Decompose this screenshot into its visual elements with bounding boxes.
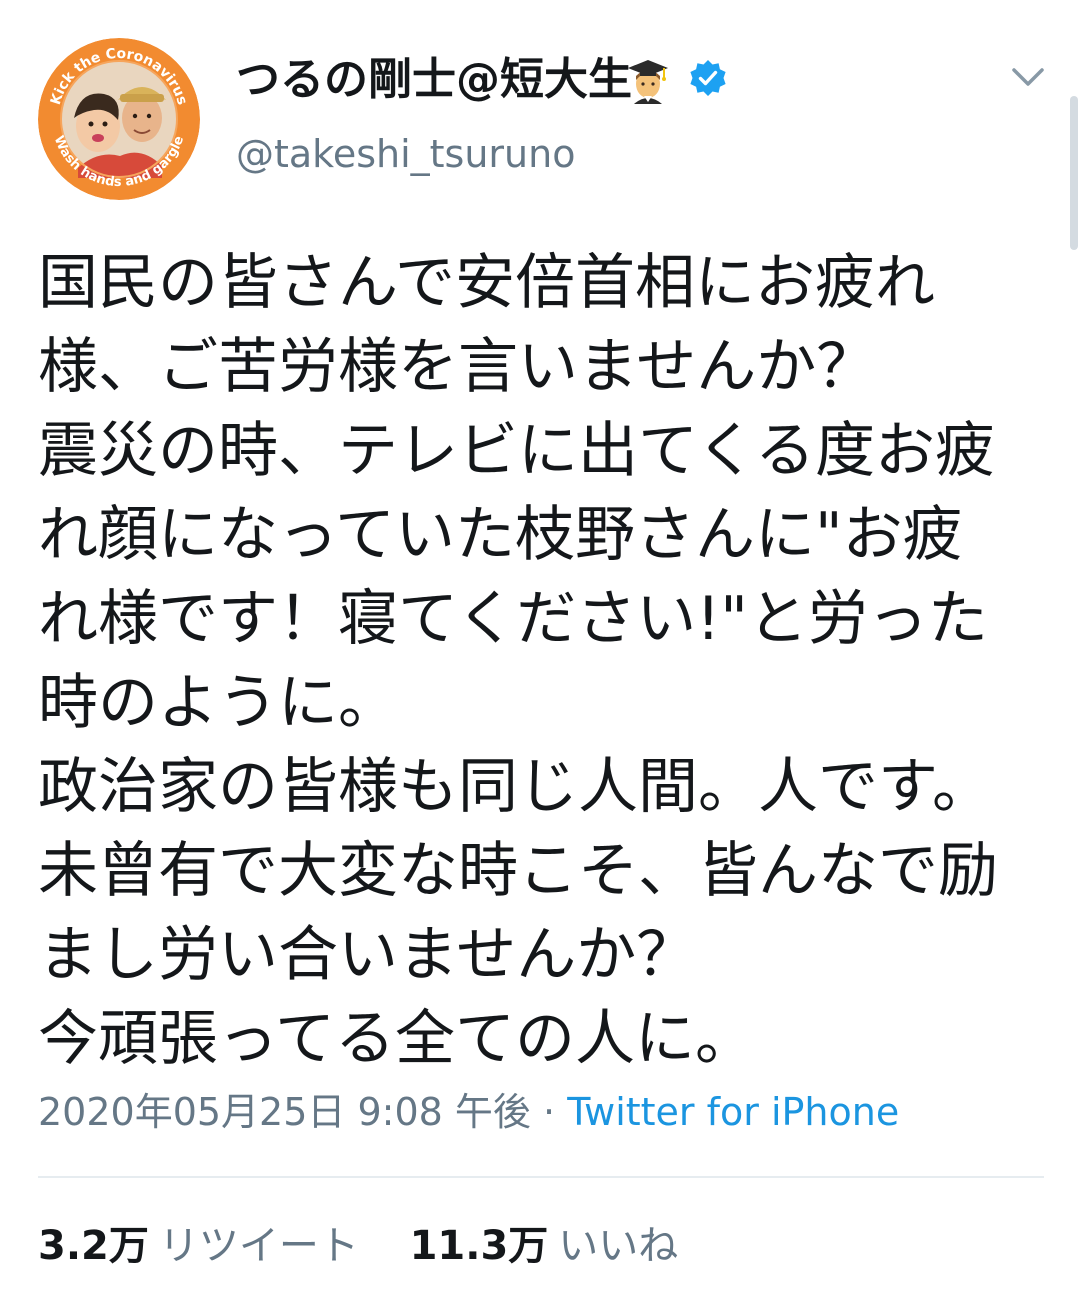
display-name[interactable]: つるの剛士@短大生 <box>236 52 632 108</box>
tweet-text-line: 政治家の皆様も同じ人間。人です。 <box>38 752 992 822</box>
tweet-text-line: 今頑張ってる全ての人に。 <box>38 1004 755 1074</box>
tweet-source-link[interactable]: Twitter for iPhone <box>567 1090 899 1134</box>
tweet-text-line: れ顔になっていた枝野さんに"お疲 <box>38 500 963 570</box>
retweets-count: 3.2万 <box>38 1223 149 1269</box>
tweet-text-line: まし労い合いませんか？ <box>38 920 697 990</box>
likes-stat[interactable]: 11.3万 いいね <box>410 1220 679 1272</box>
chevron-down-icon[interactable] <box>1006 60 1050 96</box>
scrollbar[interactable] <box>1070 96 1078 250</box>
divider <box>38 1176 1044 1178</box>
likes-label: いいね <box>558 1223 679 1269</box>
tweet-text-line: 未曾有で大変な時こそ、皆んなで励 <box>38 836 998 906</box>
tweet-text-line: れ様です！寝てください!"と労った <box>38 584 988 654</box>
verified-badge-icon <box>690 60 726 96</box>
retweets-stat[interactable]: 3.2万 リツイート <box>38 1220 359 1272</box>
tweet-detail: Kick the Coronavirus Wash hands and garg… <box>0 0 1080 1292</box>
tweet-text-line: 震災の時、テレビに出てくる度お疲 <box>38 416 995 486</box>
tweet-timestamp[interactable]: 2020年05月25日 9:08 午後 <box>38 1090 531 1134</box>
tweet-text-line: 国民の皆さんで安倍首相にお疲れ <box>38 248 935 318</box>
tweet-text-line: 時のように。 <box>38 668 398 738</box>
retweets-label: リツイート <box>158 1223 359 1269</box>
avatar-image: Kick the Coronavirus Wash hands and garg… <box>38 38 200 200</box>
avatar[interactable]: Kick the Coronavirus Wash hands and garg… <box>38 38 200 200</box>
tweet-text-line: 様、ご苦労様を言いませんか？ <box>38 332 877 402</box>
graduation-cap-man-emoji-icon <box>628 60 668 104</box>
likes-count: 11.3万 <box>409 1223 549 1269</box>
meta-separator: · <box>543 1090 556 1134</box>
tweet-meta: 2020年05月25日 9:08 午後 · Twitter for iPhone <box>38 1088 899 1136</box>
user-handle[interactable]: @takeshi_tsuruno <box>236 130 575 178</box>
tweet-text: 国民の皆さんで安倍首相にお疲れ 様、ご苦労様を言いませんか？ 震災の時、テレビに… <box>38 241 1058 1081</box>
tweet-stats: 3.2万 リツイート 11.3万 いいね <box>38 1220 716 1272</box>
